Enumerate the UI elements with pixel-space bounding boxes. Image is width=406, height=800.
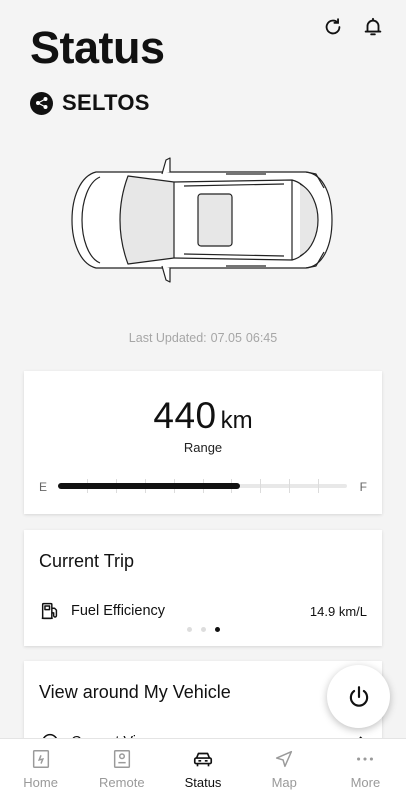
share-icon[interactable] (30, 91, 53, 115)
fuel-efficiency-label: Fuel Efficiency (71, 603, 166, 619)
last-updated-label: Last Updated: (128, 331, 207, 345)
view-around-title: View around My Vehicle (39, 682, 231, 702)
vehicle-selector[interactable]: SELTOS (30, 90, 150, 116)
gauge-empty-label: E (39, 480, 48, 494)
last-updated-date: 07.05 (210, 331, 242, 345)
car-icon (193, 752, 213, 767)
fuel-efficiency-value: 14.9 km/L (309, 603, 367, 619)
pager-dot[interactable] (200, 627, 206, 632)
tab-more[interactable]: More (325, 739, 406, 800)
header-actions (322, 16, 384, 38)
range-unit: km (220, 407, 253, 434)
pager-dot-active[interactable] (214, 627, 220, 632)
bell-icon[interactable] (362, 16, 384, 38)
gauge-full-label: F (359, 480, 367, 494)
current-trip-title: Current Trip (39, 551, 135, 571)
range-card[interactable]: 440 km Range E F (24, 371, 382, 514)
gauge-tick (318, 479, 320, 493)
car-top-view-image (71, 157, 333, 283)
pager-dot[interactable] (186, 627, 192, 632)
power-icon (349, 685, 368, 707)
range-value: 440 (153, 395, 217, 436)
fuel-gauge-fill (58, 483, 241, 489)
bottom-tab-bar: Home Remote Status Map More (0, 738, 406, 800)
tab-home-label: Home (23, 775, 58, 790)
last-updated-time: 06:45 (245, 331, 278, 345)
refresh-icon[interactable] (322, 16, 344, 38)
tab-map[interactable]: Map (244, 739, 325, 800)
tab-status[interactable]: Status (162, 739, 243, 800)
more-icon (357, 757, 374, 761)
fuel-efficiency-row: Fuel Efficiency 14.9 km/L (39, 600, 367, 622)
home-icon (32, 750, 49, 768)
trip-pager-dots (24, 627, 382, 632)
vehicle-name: SELTOS (62, 90, 150, 115)
gauge-tick (289, 479, 291, 493)
gauge-tick (260, 479, 262, 493)
last-updated-text: Last Updated: 07.05 06:45 (0, 331, 406, 345)
tab-status-label: Status (184, 775, 222, 790)
range-label: Range (183, 440, 223, 455)
fuel-pump-icon (41, 602, 58, 620)
range-readout: 440 km (24, 395, 382, 437)
tab-remote-label: Remote (99, 775, 145, 790)
remote-icon (113, 750, 130, 768)
fuel-gauge (58, 479, 347, 493)
tab-remote[interactable]: Remote (81, 739, 162, 800)
tab-more-label: More (350, 775, 381, 790)
power-button[interactable] (327, 665, 390, 728)
tab-map-label: Map (271, 775, 297, 790)
current-trip-card[interactable]: Current Trip Fuel Efficiency 14.9 km/L (24, 530, 382, 646)
page-title: Status (30, 22, 165, 73)
tab-home[interactable]: Home (0, 739, 81, 800)
navigation-icon (276, 750, 293, 768)
